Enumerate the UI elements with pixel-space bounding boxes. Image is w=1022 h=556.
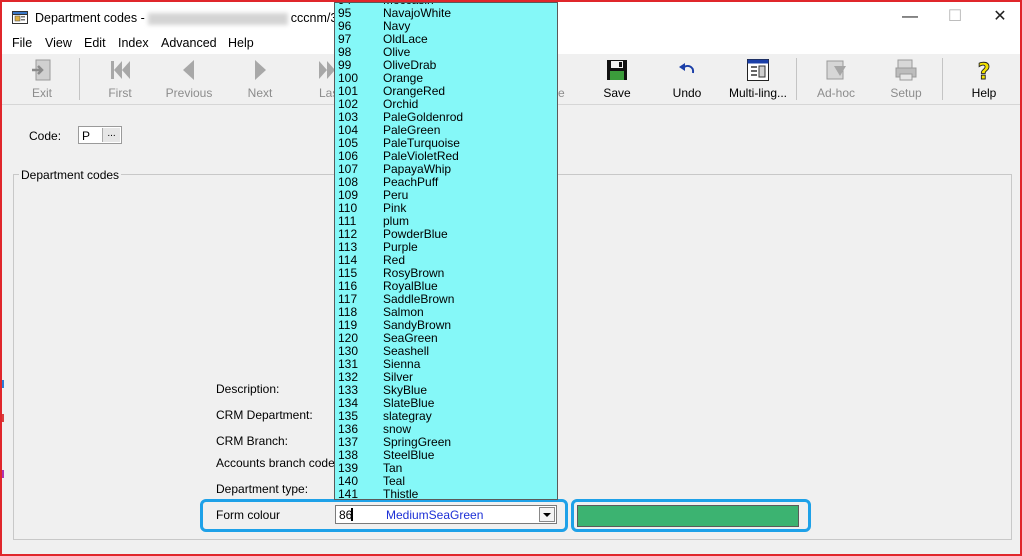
floppy-disk-icon [607, 60, 627, 80]
dropdown-option[interactable]: 108 PeachPuff [335, 176, 540, 189]
dropdown-option[interactable]: 117 SaddleBrown [335, 293, 540, 306]
menu-index[interactable]: Index [118, 36, 149, 50]
department-type-label: Department type: [216, 482, 309, 496]
colour-dropdown-list[interactable]: 94Moccasin95NavajoWhite96Navy97OldLace98… [334, 2, 558, 500]
crm-department-label: CRM Department: [216, 408, 313, 422]
help-button[interactable]: ? Help [964, 58, 1004, 102]
minimize-button[interactable]: — [895, 6, 925, 28]
previous-arrow-icon [183, 60, 194, 80]
edge-marker [2, 470, 4, 478]
next-arrow-icon [255, 60, 266, 80]
save-label: Save [603, 86, 631, 100]
undo-label: Undo [672, 86, 702, 100]
dropdown-option[interactable]: 101 OrangeRed [335, 85, 540, 98]
dropdown-option[interactable]: 134 SlateBlue [335, 397, 540, 410]
dropdown-option[interactable]: 112 PowderBlue [335, 228, 540, 241]
multilingual-form-icon [747, 59, 769, 81]
svg-text:?: ? [978, 60, 991, 82]
save-button[interactable]: Save [597, 58, 637, 102]
first-record-icon [111, 61, 130, 79]
hidden-icon [558, 58, 582, 82]
dropdown-option[interactable]: 109 Peru [335, 189, 540, 202]
edge-marker [2, 380, 4, 388]
setup-button[interactable]: Setup [886, 58, 926, 102]
menu-advanced[interactable]: Advanced [161, 36, 217, 50]
description-label: Description: [216, 382, 280, 396]
dropdown-option[interactable]: 120 SeaGreen [335, 332, 540, 345]
setup-label: Setup [890, 86, 922, 100]
dropdown-option[interactable]: 130 Seashell [335, 345, 540, 358]
code-field[interactable]: P ... [78, 126, 122, 144]
dropdown-option[interactable]: 110 Pink [335, 202, 540, 215]
dropdown-option[interactable]: 137 SpringGreen [335, 436, 540, 449]
menu-edit[interactable]: Edit [84, 36, 106, 50]
code-label: Code: [29, 129, 62, 143]
previous-button[interactable]: Previous [164, 58, 214, 102]
previous-label: Previous [165, 86, 213, 100]
code-value: P [82, 129, 91, 143]
dropdown-option[interactable]: 141 Thistle [335, 488, 540, 500]
application-window: Department codes - cccnm/37 — ☐ ✕ File Vi… [0, 0, 1022, 556]
option-name: Thistle [383, 487, 419, 500]
multilingual-label: Multi-ling... [728, 86, 787, 100]
dropdown-option[interactable]: 135 slategray [335, 410, 540, 423]
maximize-button[interactable]: ☐ [940, 6, 970, 28]
undo-arrow-icon [679, 63, 695, 74]
accounts-branch-code-label: Accounts branch code: [216, 456, 339, 470]
adhoc-label: Ad-hoc [816, 86, 856, 100]
group-legend: Department codes [19, 168, 122, 182]
hidden-toolbar-button[interactable]: e [558, 58, 568, 102]
dropdown-option[interactable]: 133 SkyBlue [335, 384, 540, 397]
dropdown-option[interactable]: 98 Olive [335, 46, 540, 59]
option-number: 141 [338, 487, 359, 500]
first-label: First [108, 86, 132, 100]
menu-view[interactable]: View [45, 36, 72, 50]
form-colour-name: MediumSeaGreen [386, 508, 484, 522]
help-label: Help [971, 86, 997, 100]
dropdown-option[interactable]: 97 OldLace [335, 33, 540, 46]
adhoc-report-icon [826, 60, 846, 80]
code-lookup-button[interactable]: ... [102, 128, 120, 142]
form-colour-select[interactable]: 86 MediumSeaGreen [335, 505, 557, 524]
first-button[interactable]: First [100, 58, 140, 102]
exit-label: Exit [31, 86, 52, 100]
window-title-prefix: Department codes - [35, 11, 145, 25]
dropdown-option[interactable]: 140 Teal [335, 475, 540, 488]
edge-marker [2, 414, 4, 422]
redacted-title-region [147, 12, 288, 25]
dropdown-option[interactable]: 113 Purple [335, 241, 540, 254]
next-button[interactable]: Next [240, 58, 280, 102]
dropdown-option[interactable]: 96 Navy [335, 20, 540, 33]
next-label: Next [247, 86, 273, 100]
app-icon [12, 11, 28, 24]
colour-swatch [577, 505, 799, 527]
toolbar-separator [79, 58, 80, 100]
close-button[interactable]: ✕ [985, 6, 1015, 28]
multilingual-button[interactable]: Multi-ling... [724, 58, 792, 102]
window-title: Department codes - cccnm/37 [35, 11, 344, 25]
exit-door-icon [32, 59, 51, 81]
dropdown-arrow-icon[interactable] [539, 507, 555, 522]
toolbar-separator [796, 58, 797, 100]
dropdown-option[interactable]: 95 NavajoWhite [335, 7, 540, 20]
question-mark-icon: ? [977, 60, 991, 82]
hidden-button-label: e [558, 86, 565, 100]
toolbar-separator [942, 58, 943, 100]
menu-file[interactable]: File [12, 36, 32, 50]
setup-printer-icon [895, 59, 917, 81]
adhoc-button[interactable]: Ad-hoc [814, 58, 858, 102]
dropdown-option[interactable]: 99 OliveDrab [335, 59, 540, 72]
dropdown-option[interactable]: 139 Tan [335, 462, 540, 475]
dropdown-option[interactable]: 132 Silver [335, 371, 540, 384]
undo-button[interactable]: Undo [667, 58, 707, 102]
dropdown-option[interactable]: 138 SteelBlue [335, 449, 540, 462]
crm-branch-label: CRM Branch: [216, 434, 289, 448]
dropdown-option[interactable]: 131 Sienna [335, 358, 540, 371]
text-caret [351, 508, 353, 521]
menu-help[interactable]: Help [228, 36, 254, 50]
exit-button[interactable]: Exit [22, 58, 62, 102]
